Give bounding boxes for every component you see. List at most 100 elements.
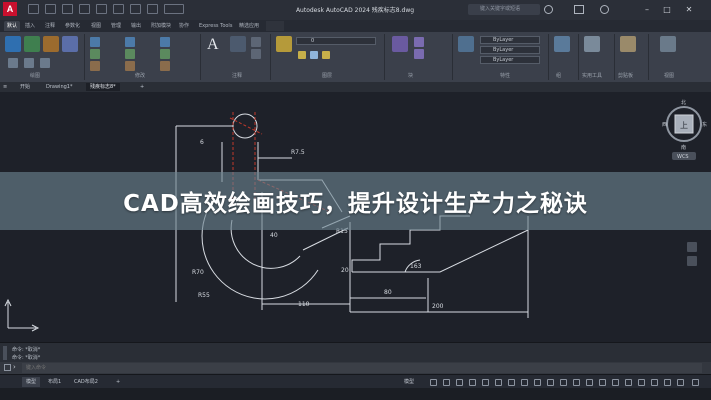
- move-icon[interactable]: [90, 37, 100, 47]
- tab-layout2[interactable]: CAD布局2: [70, 377, 102, 387]
- new-file-icon[interactable]: [28, 4, 39, 14]
- rectangle-tool-icon[interactable]: [8, 58, 18, 68]
- minimize-button[interactable]: –: [640, 3, 654, 16]
- save-as-icon[interactable]: [79, 4, 90, 14]
- add-layout-button[interactable]: +: [112, 377, 124, 387]
- tab-insert[interactable]: 插入: [22, 21, 38, 31]
- tab-output[interactable]: 输出: [128, 21, 144, 31]
- hatch-tool-icon[interactable]: [24, 58, 34, 68]
- measure-icon[interactable]: [584, 36, 600, 52]
- linetype-dropdown[interactable]: ByLayer: [480, 46, 540, 54]
- cart-icon[interactable]: [574, 5, 584, 14]
- arc-tool-icon[interactable]: [62, 36, 78, 52]
- close-button[interactable]: ✕: [682, 3, 696, 16]
- customization-icon[interactable]: [692, 379, 699, 386]
- command-input[interactable]: [22, 363, 702, 373]
- group-clipboard[interactable]: 剪贴板: [618, 72, 633, 79]
- text-tool-icon[interactable]: A: [207, 35, 223, 55]
- stretch-icon[interactable]: [90, 61, 100, 71]
- close-command-icon[interactable]: [4, 364, 11, 371]
- tab-express-tools[interactable]: Express Tools: [196, 21, 235, 31]
- tab-home[interactable]: 默认: [4, 21, 21, 31]
- search-input[interactable]: 键入关键字或短语: [468, 4, 540, 15]
- app-logo[interactable]: A: [3, 2, 17, 16]
- insert-block-icon[interactable]: [392, 36, 408, 52]
- doc-tab-start[interactable]: 开始: [16, 83, 34, 91]
- group-groups[interactable]: 组: [556, 72, 561, 79]
- tab-layout1[interactable]: 布局1: [44, 377, 65, 387]
- group-properties[interactable]: 特性: [500, 72, 510, 79]
- rotate-icon[interactable]: [125, 37, 135, 47]
- layer-freeze-icon[interactable]: [310, 51, 318, 59]
- save-icon[interactable]: [62, 4, 73, 14]
- workspace-dropdown[interactable]: [164, 4, 184, 14]
- tab-view[interactable]: 视图: [88, 21, 104, 31]
- new-tab-button[interactable]: +: [136, 83, 148, 91]
- transparency-icon[interactable]: [521, 379, 528, 386]
- isolate-objects-icon[interactable]: [651, 379, 658, 386]
- edit-block-icon[interactable]: [414, 49, 424, 59]
- tab-featured-apps[interactable]: 精选应用: [236, 21, 262, 31]
- polyline-tool-icon[interactable]: [24, 36, 40, 52]
- hardware-acceleration-icon[interactable]: [664, 379, 671, 386]
- leader-icon[interactable]: [251, 37, 261, 47]
- otrack-icon[interactable]: [495, 379, 502, 386]
- layer-on-icon[interactable]: [298, 51, 306, 59]
- user-icon[interactable]: [544, 5, 553, 14]
- fillet-icon[interactable]: [160, 49, 170, 59]
- selection-cycling-icon[interactable]: [534, 379, 541, 386]
- lock-ui-icon[interactable]: [638, 379, 645, 386]
- polar-icon[interactable]: [469, 379, 476, 386]
- group-layers[interactable]: 图层: [322, 72, 332, 79]
- quick-properties-icon[interactable]: [625, 379, 632, 386]
- maximize-button[interactable]: □: [660, 3, 674, 16]
- grid-icon[interactable]: [430, 379, 437, 386]
- workspace-icon[interactable]: [586, 379, 593, 386]
- lineweight-icon[interactable]: [508, 379, 515, 386]
- group-block[interactable]: 块: [408, 72, 413, 79]
- group-modify[interactable]: 修改: [135, 72, 145, 79]
- group-draw[interactable]: 绘图: [30, 72, 40, 79]
- layer-properties-icon[interactable]: [276, 36, 292, 52]
- help-icon[interactable]: [600, 5, 609, 14]
- viewcube[interactable]: 上 北 南 东 西 WCS: [662, 99, 707, 160]
- model-space-label[interactable]: 模型: [400, 377, 418, 387]
- annotation-scale-icon[interactable]: [573, 379, 580, 386]
- tab-collaborate[interactable]: 协作: [176, 21, 192, 31]
- group-annotation[interactable]: 注释: [232, 72, 242, 79]
- tab-annotate[interactable]: 注释: [42, 21, 58, 31]
- open-file-icon[interactable]: [45, 4, 56, 14]
- group-utilities[interactable]: 实用工具: [582, 72, 602, 79]
- layer-lock-icon[interactable]: [322, 51, 330, 59]
- command-grip[interactable]: [3, 346, 7, 360]
- pan-icon[interactable]: [687, 242, 697, 252]
- layer-dropdown[interactable]: 0: [296, 37, 376, 45]
- lineweight-dropdown[interactable]: ByLayer: [480, 56, 540, 64]
- 3d-osnap-icon[interactable]: [547, 379, 554, 386]
- navigation-bar[interactable]: [687, 242, 697, 266]
- paste-icon[interactable]: [620, 36, 636, 52]
- array-icon[interactable]: [160, 61, 170, 71]
- trim-icon[interactable]: [160, 37, 170, 47]
- color-dropdown[interactable]: ByLayer: [480, 36, 540, 44]
- group-view[interactable]: 视图: [664, 72, 674, 79]
- mirror-icon[interactable]: [125, 49, 135, 59]
- circle-tool-icon[interactable]: [43, 36, 59, 52]
- create-block-icon[interactable]: [414, 37, 424, 47]
- view-icon[interactable]: [660, 36, 676, 52]
- undo-icon[interactable]: [113, 4, 124, 14]
- osnap-icon[interactable]: [482, 379, 489, 386]
- ortho-icon[interactable]: [456, 379, 463, 386]
- ellipse-tool-icon[interactable]: [40, 58, 50, 68]
- table-icon[interactable]: [251, 49, 261, 59]
- share-icon[interactable]: [147, 4, 158, 14]
- match-properties-icon[interactable]: [458, 36, 474, 52]
- group-icon[interactable]: [554, 36, 570, 52]
- copy-icon[interactable]: [90, 49, 100, 59]
- doc-tab-active[interactable]: 残疾标志8*: [86, 83, 120, 91]
- doc-tab-drawing1[interactable]: Drawing1*: [42, 83, 76, 91]
- menu-icon[interactable]: ≡: [3, 83, 11, 91]
- tab-parametric[interactable]: 参数化: [62, 21, 83, 31]
- tab-manage[interactable]: 管理: [108, 21, 124, 31]
- scale-icon[interactable]: [125, 61, 135, 71]
